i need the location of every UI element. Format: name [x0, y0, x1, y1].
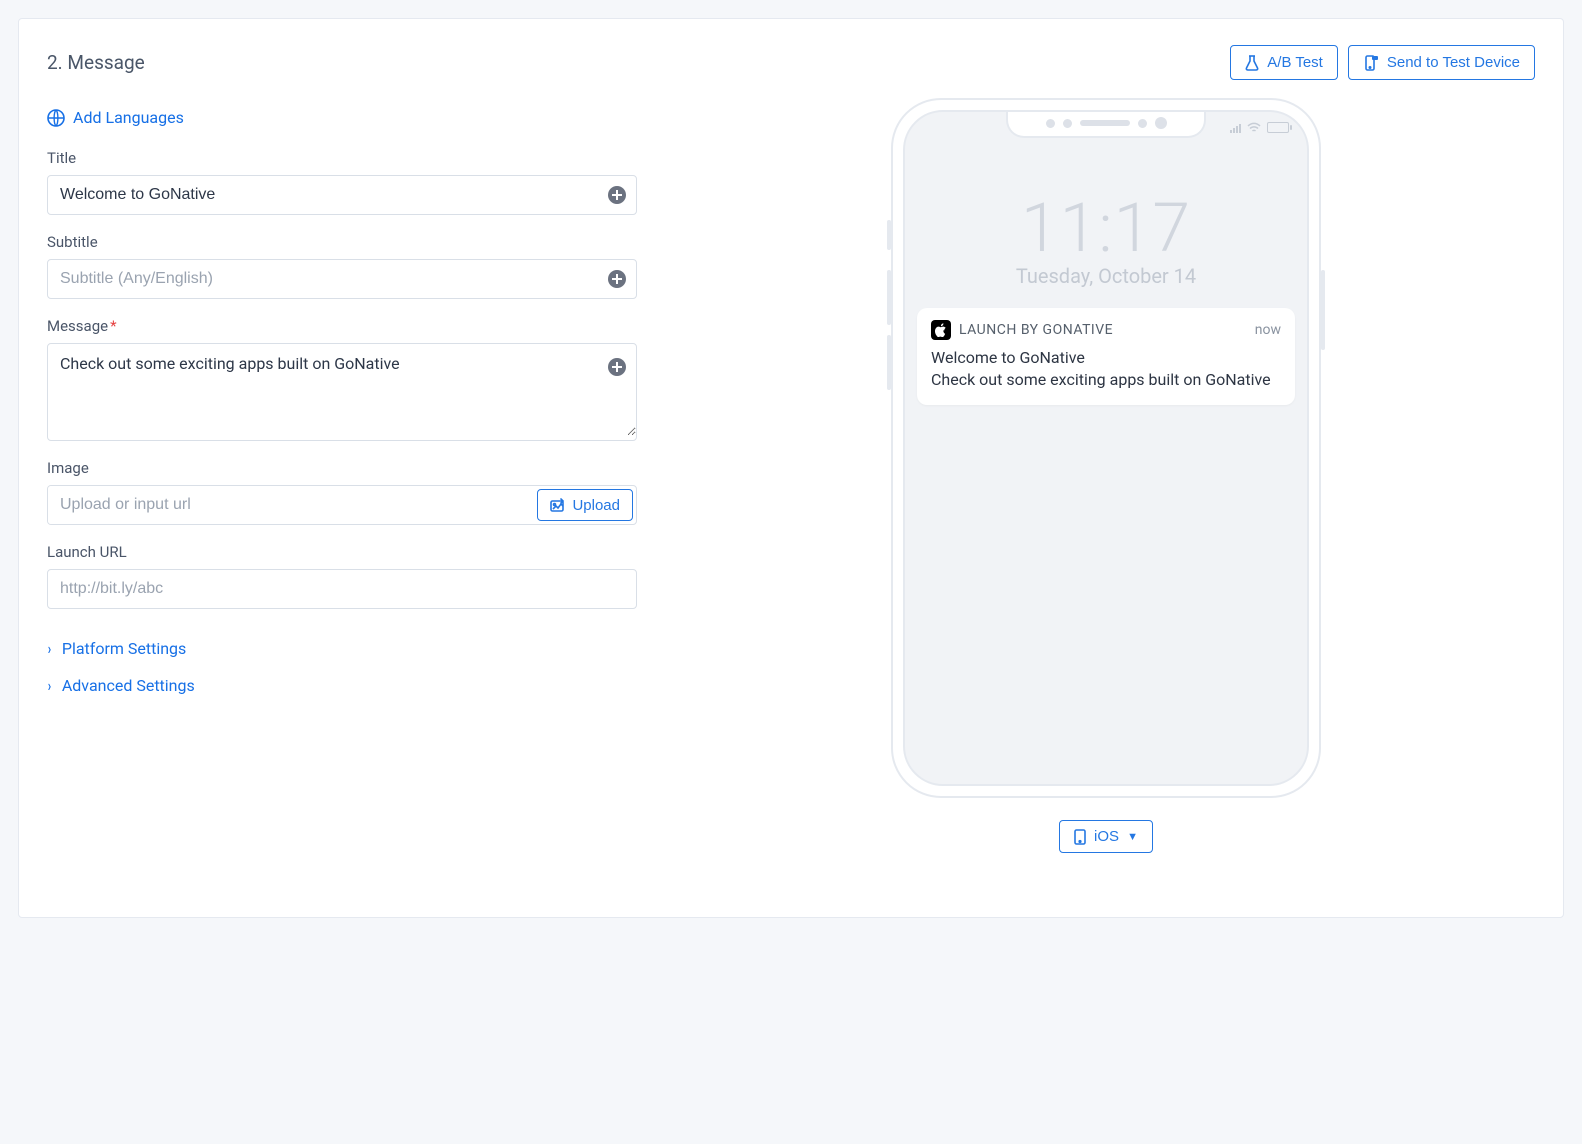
- add-languages-label: Add Languages: [73, 108, 184, 127]
- notification-card: LAUNCH BY GONATIVE now Welcome to GoNati…: [917, 308, 1295, 405]
- subtitle-field: Subtitle: [47, 233, 637, 299]
- advanced-settings-label: Advanced Settings: [62, 676, 195, 695]
- globe-icon: [47, 109, 65, 127]
- upload-icon: [550, 498, 566, 512]
- phone-icon: [1074, 829, 1086, 845]
- lockscreen-date: Tuesday, October 14: [905, 264, 1307, 288]
- chevron-right-icon: ›: [48, 639, 51, 658]
- phone-notch: [1006, 110, 1206, 138]
- phone-side-button: [887, 270, 891, 325]
- notification-timestamp: now: [1255, 322, 1281, 338]
- advanced-settings-toggle[interactable]: › Advanced Settings: [47, 676, 195, 695]
- lockscreen-time: 11:17: [905, 188, 1307, 268]
- subtitle-add-variant-icon[interactable]: [608, 270, 626, 288]
- send-to-test-device-label: Send to Test Device: [1387, 54, 1520, 71]
- message-label: Message*: [47, 317, 637, 335]
- phone-side-button: [1321, 270, 1325, 350]
- battery-icon: [1267, 122, 1289, 133]
- form-column: Add Languages Title Subtitle Message*: [47, 108, 637, 853]
- add-languages-link[interactable]: Add Languages: [47, 108, 184, 127]
- message-section-card: 2. Message A/B Test Send to Test Device …: [18, 18, 1564, 918]
- title-label: Title: [47, 149, 637, 167]
- platform-settings-label: Platform Settings: [62, 639, 186, 658]
- phone-side-button: [887, 220, 891, 250]
- message-textarea[interactable]: [48, 344, 636, 436]
- launch-url-input[interactable]: [48, 570, 636, 608]
- subtitle-label: Subtitle: [47, 233, 637, 251]
- flask-icon: [1245, 55, 1259, 71]
- ab-test-button[interactable]: A/B Test: [1230, 45, 1338, 80]
- title-field: Title: [47, 149, 637, 215]
- device-send-icon: [1363, 55, 1379, 71]
- platform-settings-toggle[interactable]: › Platform Settings: [47, 639, 186, 658]
- notification-body: Check out some exciting apps built on Go…: [931, 369, 1281, 391]
- section-title: 2. Message: [47, 51, 145, 74]
- send-to-test-device-button[interactable]: Send to Test Device: [1348, 45, 1535, 80]
- image-url-input[interactable]: [48, 486, 534, 524]
- subtitle-input[interactable]: [48, 260, 636, 298]
- body-row: Add Languages Title Subtitle Message*: [47, 108, 1535, 853]
- ab-test-label: A/B Test: [1267, 54, 1323, 71]
- notification-app-name: LAUNCH BY GONATIVE: [959, 322, 1113, 338]
- notification-title: Welcome to GoNative: [931, 348, 1281, 367]
- title-add-variant-icon[interactable]: [608, 186, 626, 204]
- phone-side-button: [887, 335, 891, 390]
- chevron-right-icon: ›: [48, 676, 51, 695]
- phone-screen: 11:17 Tuesday, October 14 LAUNCH BY GONA…: [903, 110, 1309, 786]
- upload-button[interactable]: Upload: [537, 489, 633, 521]
- section-header: 2. Message A/B Test Send to Test Device: [47, 45, 1535, 80]
- header-button-group: A/B Test Send to Test Device: [1230, 45, 1535, 80]
- caret-down-icon: ▼: [1127, 831, 1138, 843]
- upload-label: Upload: [572, 497, 620, 514]
- image-field: Image Upload: [47, 459, 637, 525]
- message-add-variant-icon[interactable]: [608, 358, 626, 376]
- image-label: Image: [47, 459, 637, 477]
- required-indicator: *: [110, 317, 116, 335]
- signal-icon: [1230, 122, 1241, 133]
- launch-url-field: Launch URL: [47, 543, 637, 609]
- preview-column: 11:17 Tuesday, October 14 LAUNCH BY GONA…: [677, 108, 1535, 853]
- message-field: Message*: [47, 317, 637, 441]
- preview-platform-selector[interactable]: iOS ▼: [1059, 820, 1153, 853]
- app-icon: [931, 320, 951, 340]
- preview-platform-label: iOS: [1094, 828, 1119, 845]
- launch-url-label: Launch URL: [47, 543, 637, 561]
- phone-mock: 11:17 Tuesday, October 14 LAUNCH BY GONA…: [891, 98, 1321, 798]
- wifi-icon: [1247, 122, 1261, 133]
- title-input[interactable]: [48, 176, 636, 214]
